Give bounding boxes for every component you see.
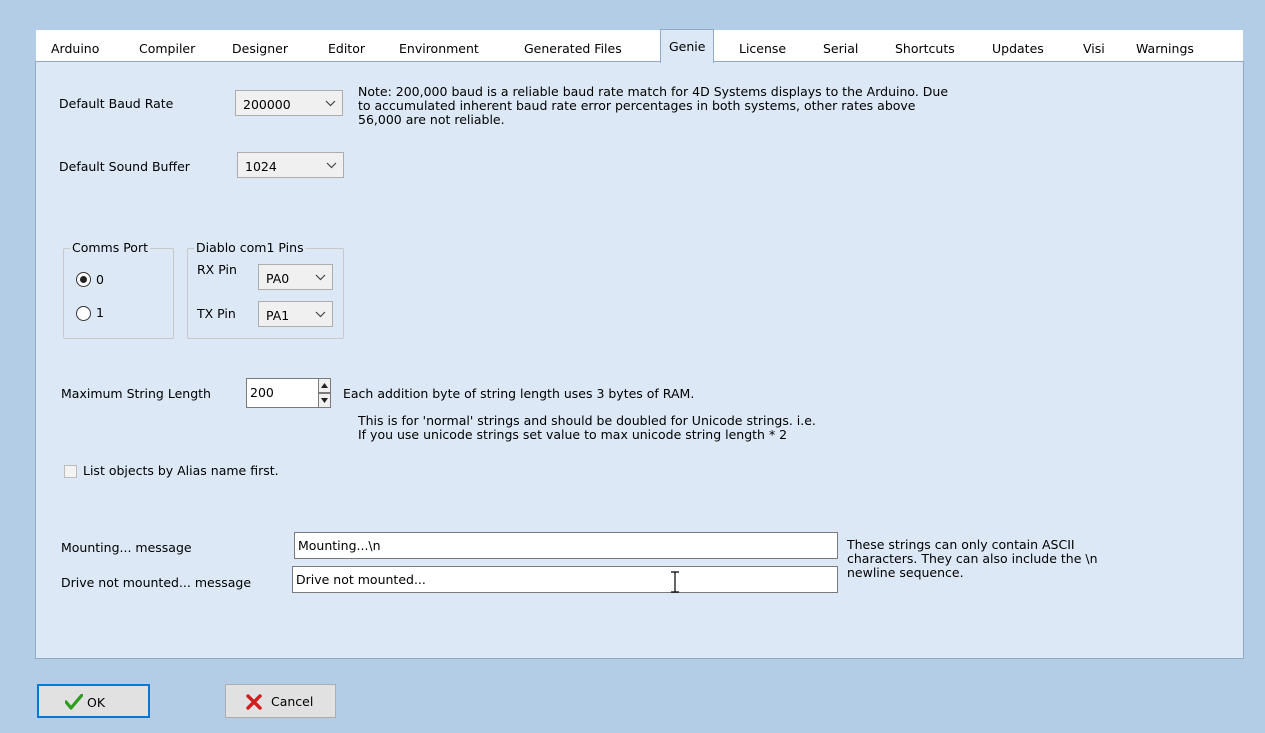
- baud-note-line: to accumulated inherent baud rate error …: [358, 98, 916, 113]
- tab-shortcuts[interactable]: Shortcuts: [895, 37, 955, 61]
- sound-buffer-value: 1024: [245, 159, 277, 174]
- tab-updates[interactable]: Updates: [992, 37, 1044, 61]
- unicode-note-line: This is for 'normal' strings and should …: [358, 413, 816, 428]
- comms-port-group: Comms Port 0 1: [63, 240, 174, 339]
- mounting-message-value: Mounting...\n: [298, 538, 381, 553]
- rx-pin-select[interactable]: PA0: [258, 264, 333, 290]
- cancel-button-label: Cancel: [271, 694, 314, 709]
- comms-port-label: Comms Port: [70, 240, 150, 255]
- comms-port-option-label: 0: [96, 272, 104, 287]
- ascii-note-line: characters. They can also include the \n: [847, 551, 1098, 566]
- tx-pin-select[interactable]: PA1: [258, 301, 333, 327]
- cancel-button[interactable]: Cancel: [225, 684, 336, 718]
- mounting-message-label: Mounting... message: [61, 540, 192, 555]
- string-length-note: Each addition byte of string length uses…: [343, 386, 695, 401]
- unicode-note-line: If you use unicode strings set value to …: [358, 427, 788, 442]
- comms-port-option-label: 1: [96, 305, 104, 320]
- baud-rate-value: 200000: [243, 97, 291, 112]
- drive-not-mounted-value: Drive not mounted...: [296, 572, 426, 587]
- options-dialog: Arduino Compiler Designer Editor Environ…: [0, 0, 1265, 733]
- tab-designer[interactable]: Designer: [232, 37, 288, 61]
- mounting-message-input[interactable]: Mounting...\n: [294, 532, 838, 559]
- tab-genie[interactable]: Genie: [660, 29, 715, 63]
- baud-note-line: 56,000 are not reliable.: [358, 112, 505, 127]
- tab-environment[interactable]: Environment: [399, 37, 479, 61]
- comms-port-radio-0[interactable]: [76, 272, 91, 287]
- text-cursor-icon: [671, 571, 679, 593]
- tab-serial[interactable]: Serial: [823, 37, 858, 61]
- baud-rate-label: Default Baud Rate: [59, 96, 174, 111]
- sound-buffer-label: Default Sound Buffer: [59, 159, 190, 174]
- tx-pin-value: PA1: [266, 308, 290, 323]
- chevron-down-icon: [315, 274, 326, 281]
- max-string-length-label: Maximum String Length: [61, 386, 211, 401]
- chevron-down-icon: [315, 311, 326, 318]
- ascii-note-line: These strings can only contain ASCII: [847, 537, 1075, 552]
- chevron-down-icon: [326, 162, 337, 169]
- radio-dot: [80, 276, 87, 283]
- baud-note-line: Note: 200,000 baud is a reliable baud ra…: [358, 84, 949, 99]
- tab-arduino[interactable]: Arduino: [51, 37, 99, 61]
- max-string-length-input[interactable]: 200: [246, 378, 329, 408]
- alias-name-checkbox[interactable]: [64, 465, 77, 478]
- diablo-pins-label: Diablo com1 Pins: [194, 240, 306, 255]
- drive-not-mounted-input[interactable]: Drive not mounted...: [292, 566, 838, 593]
- tab-editor[interactable]: Editor: [328, 37, 365, 61]
- ok-button[interactable]: OK: [37, 684, 150, 718]
- tab-warnings[interactable]: Warnings: [1136, 37, 1194, 61]
- diablo-pins-group: Diablo com1 Pins RX Pin PA0 TX Pin PA1: [187, 240, 344, 339]
- tx-pin-label: TX Pin: [197, 306, 236, 321]
- drive-not-mounted-label: Drive not mounted... message: [61, 575, 252, 590]
- checkmark-icon: [65, 694, 83, 710]
- comms-port-radio-1[interactable]: [76, 306, 91, 321]
- chevron-down-icon: [325, 100, 336, 107]
- alias-name-checkbox-label: List objects by Alias name first.: [83, 463, 279, 478]
- tab-compiler[interactable]: Compiler: [139, 37, 195, 61]
- unicode-note: This is for 'normal' strings and should …: [358, 414, 1058, 442]
- ascii-note-line: newline sequence.: [847, 565, 964, 580]
- tab-visi[interactable]: Visi: [1083, 37, 1105, 61]
- ascii-strings-note: These strings can only contain ASCII cha…: [847, 538, 1167, 580]
- ok-button-label: OK: [87, 695, 106, 710]
- baud-rate-note: Note: 200,000 baud is a reliable baud ra…: [358, 85, 1078, 127]
- baud-rate-select[interactable]: 200000: [235, 90, 343, 116]
- rx-pin-value: PA0: [266, 271, 290, 286]
- tab-generated-files[interactable]: Generated Files: [524, 37, 622, 61]
- tab-strip: [36, 30, 1243, 62]
- cancel-x-icon: [246, 694, 262, 710]
- rx-pin-label: RX Pin: [197, 262, 237, 277]
- genie-tab-panel: Default Baud Rate 200000 Note: 200,000 b…: [35, 61, 1244, 659]
- spin-updown-icon[interactable]: [318, 378, 331, 408]
- max-string-length-value: 200: [250, 385, 274, 400]
- sound-buffer-select[interactable]: 1024: [237, 152, 344, 178]
- tab-license[interactable]: License: [739, 37, 786, 61]
